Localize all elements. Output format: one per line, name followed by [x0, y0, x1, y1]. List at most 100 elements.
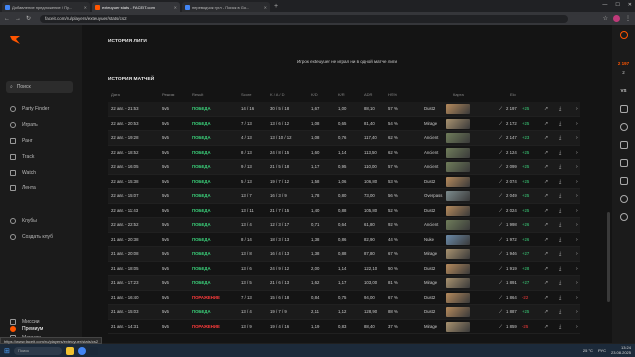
- match-row[interactable]: 21 авг. - 16:40 5v5 ПОРАЖЕНИЕ 7 / 13 15 / 6 …: [108, 291, 580, 305]
- menu-icon[interactable]: ⋮: [625, 15, 631, 22]
- download-demo-icon[interactable]: ⤓: [559, 150, 561, 156]
- browser-tab[interactable]: переводчик гугл - Поиск в Go... ✕: [182, 2, 270, 12]
- chevron-right-icon[interactable]: ›: [576, 222, 578, 228]
- chevron-right-icon[interactable]: ›: [576, 179, 578, 185]
- users-button[interactable]: [612, 141, 635, 149]
- download-demo-icon[interactable]: ⤓: [559, 324, 561, 330]
- forward-icon[interactable]: →: [15, 16, 21, 22]
- chevron-right-icon[interactable]: ›: [576, 280, 578, 286]
- friends-button[interactable]: [612, 123, 635, 131]
- match-row[interactable]: 22 авг. - 16:05 5v5 ПОБЕДА 9 / 13 21 / 5 / 1…: [108, 160, 580, 175]
- sidebar-item-clubs[interactable]: Клубы: [10, 218, 37, 224]
- match-row[interactable]: 22 авг. - 11:43 5v5 ПОБЕДА 13 / 11 21 / 7 / …: [108, 204, 580, 218]
- sidebar-item-feed[interactable]: Лента: [10, 185, 36, 191]
- download-demo-icon[interactable]: ⤓: [559, 280, 561, 286]
- open-match-icon[interactable]: ↗: [544, 324, 548, 330]
- download-demo-icon[interactable]: ⤓: [559, 135, 561, 141]
- close-icon[interactable]: ✕: [264, 5, 267, 10]
- match-row[interactable]: 22 авг. - 21:53 5v5 ПОБЕДА 14 / 16 30 / 5 / …: [108, 102, 580, 117]
- maximize-icon[interactable]: ☐: [615, 2, 619, 8]
- match-row[interactable]: 21 авг. - 15:03 5v5 ПОБЕДА 13 / 4 19 / 7 / 9…: [108, 305, 580, 320]
- chevron-right-icon[interactable]: ›: [576, 164, 578, 170]
- download-demo-icon[interactable]: ⤓: [559, 121, 561, 127]
- open-match-icon[interactable]: ↗: [544, 208, 548, 214]
- clock[interactable]: 13:24 23.08.2025: [611, 345, 631, 355]
- file-explorer-icon[interactable]: [65, 346, 74, 355]
- open-match-icon[interactable]: ↗: [544, 106, 548, 112]
- match-row[interactable]: 22 авг. - 15:07 5v5 ПОБЕДА 13 / 7 16 / 3 / 9…: [108, 189, 580, 204]
- chevron-right-icon[interactable]: ›: [576, 237, 578, 243]
- match-row[interactable]: 22 авг. - 15:38 5v5 ПОБЕДА 5 / 13 19 / 7 / 1…: [108, 175, 580, 189]
- settings-button[interactable]: [612, 213, 635, 221]
- match-row[interactable]: 22 авг. - 19:28 5v5 ПОБЕДА 4 / 13 13 / 10 / …: [108, 131, 580, 146]
- close-icon[interactable]: ✕: [84, 5, 87, 10]
- chevron-right-icon[interactable]: ›: [576, 135, 578, 141]
- open-match-icon[interactable]: ↗: [544, 179, 548, 185]
- open-match-icon[interactable]: ↗: [544, 251, 548, 257]
- star-icon[interactable]: ☆: [603, 15, 608, 22]
- chat-button[interactable]: [612, 105, 635, 113]
- open-match-icon[interactable]: ↗: [544, 150, 548, 156]
- open-match-icon[interactable]: ↗: [544, 266, 548, 272]
- download-demo-icon[interactable]: ⤓: [559, 106, 561, 112]
- match-row[interactable]: 22 авг. - 18:52 5v5 ПОБЕДА 8 / 13 24 / 8 / 1…: [108, 146, 580, 160]
- download-demo-icon[interactable]: ⤓: [559, 164, 561, 170]
- open-match-icon[interactable]: ↗: [544, 237, 548, 243]
- match-row[interactable]: 21 авг. - 14:31 5v5 ПОРАЖЕНИЕ 13 / 9 19 / 4 …: [108, 320, 580, 334]
- chrome-icon[interactable]: [77, 346, 86, 355]
- right-rail-avatar[interactable]: [612, 31, 635, 39]
- vs-button[interactable]: VS: [612, 88, 635, 93]
- sidebar-item-premium[interactable]: Премиум: [10, 326, 43, 332]
- open-match-icon[interactable]: ↗: [544, 164, 548, 170]
- match-row[interactable]: 21 авг. - 17:23 5v5 ПОБЕДА 13 / 5 21 / 6 / 1…: [108, 276, 580, 291]
- chevron-right-icon[interactable]: ›: [576, 193, 578, 199]
- chevron-right-icon[interactable]: ›: [576, 295, 578, 301]
- open-match-icon[interactable]: ↗: [544, 193, 548, 199]
- download-demo-icon[interactable]: ⤓: [559, 309, 561, 315]
- sidebar-item-track[interactable]: Track: [10, 154, 34, 160]
- open-match-icon[interactable]: ↗: [544, 222, 548, 228]
- sidebar-item-watch[interactable]: Watch: [10, 170, 36, 176]
- sidebar-item-play[interactable]: Играть: [10, 122, 38, 128]
- open-match-icon[interactable]: ↗: [544, 121, 548, 127]
- download-demo-icon[interactable]: ⤓: [559, 193, 561, 199]
- taskbar-search[interactable]: Поиск: [13, 346, 62, 355]
- back-icon[interactable]: ←: [4, 16, 10, 22]
- open-match-icon[interactable]: ↗: [544, 309, 548, 315]
- download-demo-icon[interactable]: ⤓: [559, 222, 561, 228]
- match-row[interactable]: 22 авг. - 20:53 5v5 ПОБЕДА 7 / 13 13 / 6 / 1…: [108, 117, 580, 131]
- match-row[interactable]: 21 авг. - 18:05 5v5 ПОБЕДА 13 / 6 24 / 9 / 1…: [108, 262, 580, 276]
- close-icon[interactable]: ✕: [174, 5, 177, 10]
- chevron-right-icon[interactable]: ›: [576, 106, 578, 112]
- chevron-right-icon[interactable]: ›: [576, 309, 578, 315]
- chevron-right-icon[interactable]: ›: [576, 266, 578, 272]
- minimize-icon[interactable]: —: [602, 2, 607, 8]
- sidebar-item-party-finder[interactable]: Party Finder: [10, 106, 49, 112]
- steam-icon[interactable]: [89, 346, 98, 355]
- scrollbar[interactable]: [607, 212, 610, 302]
- match-row[interactable]: 22 авг. - 22:52 5v5 ПОБЕДА 13 / 4 12 / 3 / 1…: [108, 218, 580, 233]
- sidebar-item-missions[interactable]: Миссии: [10, 319, 40, 325]
- download-demo-icon[interactable]: ⤓: [559, 179, 561, 185]
- download-demo-icon[interactable]: ⤓: [559, 237, 561, 243]
- download-demo-icon[interactable]: ⤓: [559, 251, 561, 257]
- close-window-icon[interactable]: ✕: [628, 2, 632, 8]
- notifications-button[interactable]: [612, 195, 635, 203]
- match-row[interactable]: 21 авг. - 20:08 5v5 ПОБЕДА 13 / 8 16 / 4 / 1…: [108, 247, 580, 262]
- party-button[interactable]: [612, 159, 635, 167]
- download-demo-icon[interactable]: ⤓: [559, 208, 561, 214]
- browser-tab-active[interactable]: exteuyuer stats - FACEIT.com ✕: [92, 2, 180, 12]
- windows-start-icon[interactable]: ⊞: [4, 347, 10, 355]
- chevron-right-icon[interactable]: ›: [576, 121, 578, 127]
- reload-icon[interactable]: ↻: [26, 15, 31, 22]
- download-demo-icon[interactable]: ⤓: [559, 266, 561, 272]
- new-tab-icon[interactable]: +: [274, 2, 278, 12]
- open-match-icon[interactable]: ↗: [544, 295, 548, 301]
- sidebar-item-create-club[interactable]: Создать клуб: [10, 234, 53, 240]
- open-match-icon[interactable]: ↗: [544, 135, 548, 141]
- chevron-right-icon[interactable]: ›: [576, 150, 578, 156]
- faceit-logo-icon[interactable]: [10, 36, 20, 44]
- sidebar-item-rank[interactable]: Ранг: [10, 138, 33, 144]
- download-demo-icon[interactable]: ⤓: [559, 295, 561, 301]
- mail-button[interactable]: [612, 177, 635, 185]
